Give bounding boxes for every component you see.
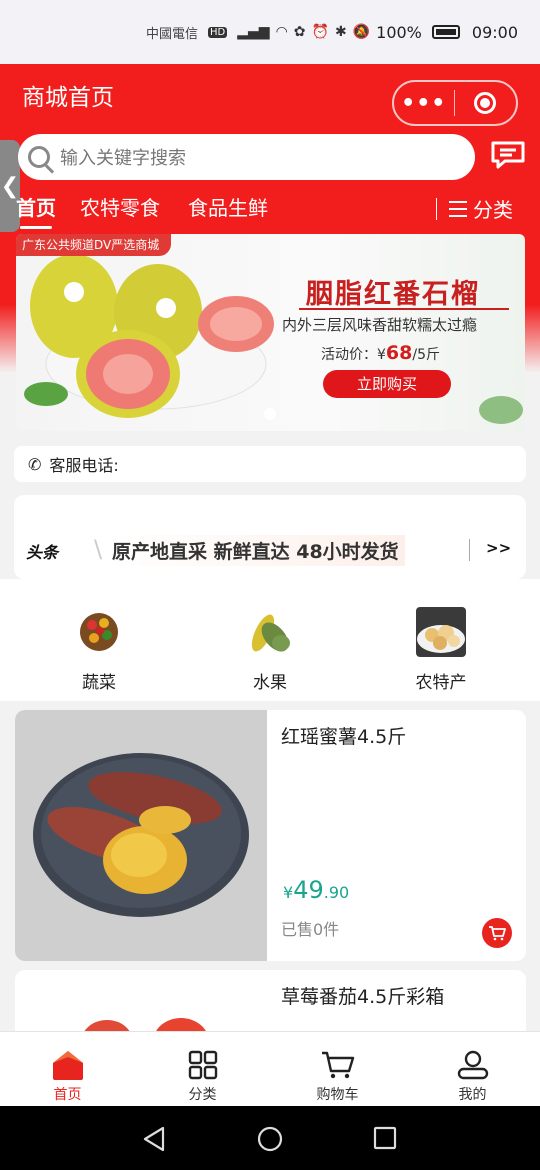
- ticker-text[interactable]: 原产地直采 新鲜直达 48小时发货: [106, 535, 405, 566]
- category-fruit[interactable]: 水果: [225, 607, 315, 693]
- user-icon: [457, 1050, 488, 1080]
- mini-program-capsule: •••: [392, 80, 518, 126]
- target-icon: [474, 92, 497, 114]
- clock: 09:00: [471, 22, 518, 42]
- tab-bar-category[interactable]: 分类: [135, 1032, 270, 1107]
- product-card[interactable]: 草莓番茄4.5斤彩箱: [15, 970, 526, 1040]
- price-integer: 49: [293, 876, 324, 904]
- mute-icon: 🔕: [352, 24, 371, 40]
- bottom-tab-bar: 首页 分类 购物车 我的: [0, 1031, 540, 1106]
- battery-icon: [431, 25, 460, 39]
- category-divider: [436, 197, 437, 220]
- banner-subline: 内外三层风味香甜软糯太过瘾: [282, 316, 478, 334]
- home-circle-icon[interactable]: [257, 1126, 283, 1152]
- product-name: 草莓番茄4.5斤彩箱: [281, 986, 445, 1008]
- search-placeholder: 输入关键字搜索: [60, 148, 186, 169]
- promo-banner[interactable]: 广东公共频道DV严选商城 胭脂红番石榴 内外三层风味香甜软糯太过瘾 活动价：¥6…: [16, 234, 525, 431]
- phone-icon: ✆: [28, 454, 42, 474]
- home-icon: [52, 1051, 83, 1080]
- category-label: 农特产: [415, 673, 467, 693]
- more-menu-button[interactable]: •••: [394, 91, 454, 116]
- product-name: 红瑶蜜薯4.5斤: [281, 726, 407, 748]
- grid-icon: [188, 1050, 217, 1080]
- search-icon: [28, 146, 50, 168]
- close-mini-program-button[interactable]: [455, 92, 517, 114]
- page-title: 商城首页: [22, 85, 114, 111]
- headline-underline: [299, 308, 509, 310]
- tab-fresh-food[interactable]: 食品生鲜: [188, 192, 268, 221]
- message-icon[interactable]: [490, 140, 526, 170]
- tab-bar-home[interactable]: 首页: [0, 1032, 135, 1107]
- wifi-icon: ◠: [275, 24, 288, 40]
- tab-home[interactable]: 首页: [16, 192, 56, 229]
- ticker-divider: [469, 539, 470, 561]
- category-menu-button[interactable]: 分类: [436, 194, 513, 223]
- system-navigation-bar: [0, 1106, 540, 1170]
- back-icon[interactable]: [142, 1126, 166, 1152]
- shopping-cart-icon: [321, 1051, 354, 1079]
- banner-headline: 胭脂红番石榴: [306, 279, 480, 310]
- price-decimal: .90: [323, 883, 350, 902]
- price-unit: /5斤: [412, 347, 440, 363]
- hd-badge: HD: [208, 26, 228, 38]
- cart-icon: [489, 926, 506, 941]
- tab-bar-label: 首页: [53, 1087, 82, 1103]
- price-prefix: 活动价：¥: [321, 347, 386, 363]
- search-input[interactable]: 输入关键字搜索: [18, 134, 475, 180]
- category-label: 蔬菜: [82, 673, 116, 693]
- category-label: 水果: [253, 673, 287, 693]
- category-tabs: 首页 农特零食 食品生鲜 分类: [0, 190, 540, 229]
- category-specialty[interactable]: 农特产: [396, 607, 486, 693]
- sweet-potato-photo: [33, 753, 249, 917]
- customer-service-bar[interactable]: ✆ 客服电话:: [14, 446, 526, 482]
- tab-bar-cart[interactable]: 购物车: [270, 1032, 405, 1107]
- vegetables-icon: [80, 613, 118, 651]
- sold-count: 已售0件: [281, 920, 340, 939]
- signal-icon: ▂▄▆: [237, 24, 270, 40]
- price-value: 68: [385, 342, 413, 364]
- carousel-indicator[interactable]: [264, 408, 276, 420]
- headline-brand: 头条: [26, 543, 59, 562]
- tab-bar-label: 我的: [458, 1087, 487, 1103]
- fruit-icon: [251, 614, 290, 652]
- battery-percent: 100%: [376, 22, 422, 42]
- product-price: ¥49.90: [283, 876, 349, 904]
- status-bar: 中國電信 HD ▂▄▆ ◠ ✿ ⏰ ✱ 🔕 100% 09:00: [0, 0, 540, 64]
- bluetooth-icon: ✱: [334, 24, 347, 40]
- tab-bar-profile[interactable]: 我的: [405, 1032, 540, 1107]
- category-vegetables[interactable]: 蔬菜: [54, 607, 144, 693]
- service-label: 客服电话:: [49, 456, 119, 475]
- more-news-button[interactable]: >>: [486, 539, 511, 557]
- carrier-label: 中國電信: [146, 26, 199, 42]
- menu-icon: [449, 200, 467, 217]
- news-ticker: 头条 \ 原产地直采 新鲜直达 48小时发货 >>: [14, 495, 526, 579]
- guava-illustration: [24, 254, 274, 418]
- price-currency: ¥: [283, 883, 294, 902]
- tab-bar-label: 分类: [188, 1087, 217, 1103]
- tab-bar-label: 购物车: [316, 1087, 359, 1103]
- product-image: [15, 710, 267, 961]
- tab-specialty-snacks[interactable]: 农特零食: [80, 192, 160, 221]
- product-card[interactable]: 红瑶蜜薯4.5斤 ¥49.90 已售0件: [15, 710, 526, 961]
- recents-icon[interactable]: [373, 1126, 397, 1150]
- buy-now-button[interactable]: 立即购买: [323, 370, 451, 398]
- brand-separator: \: [94, 535, 103, 563]
- alarm-icon: ⏰: [311, 24, 329, 40]
- banner-price: 活动价：¥68/5斤: [321, 342, 440, 364]
- add-to-cart-button[interactable]: [482, 918, 512, 948]
- leaf-decoration: [479, 396, 523, 424]
- category-menu-label: 分类: [473, 198, 513, 222]
- channel-tag: 广东公共频道DV严选商城: [16, 234, 172, 256]
- category-grid: 蔬菜 水果 农特产: [0, 579, 540, 701]
- specialty-icon: [416, 607, 466, 657]
- app-notification-icon: ✿: [293, 24, 306, 40]
